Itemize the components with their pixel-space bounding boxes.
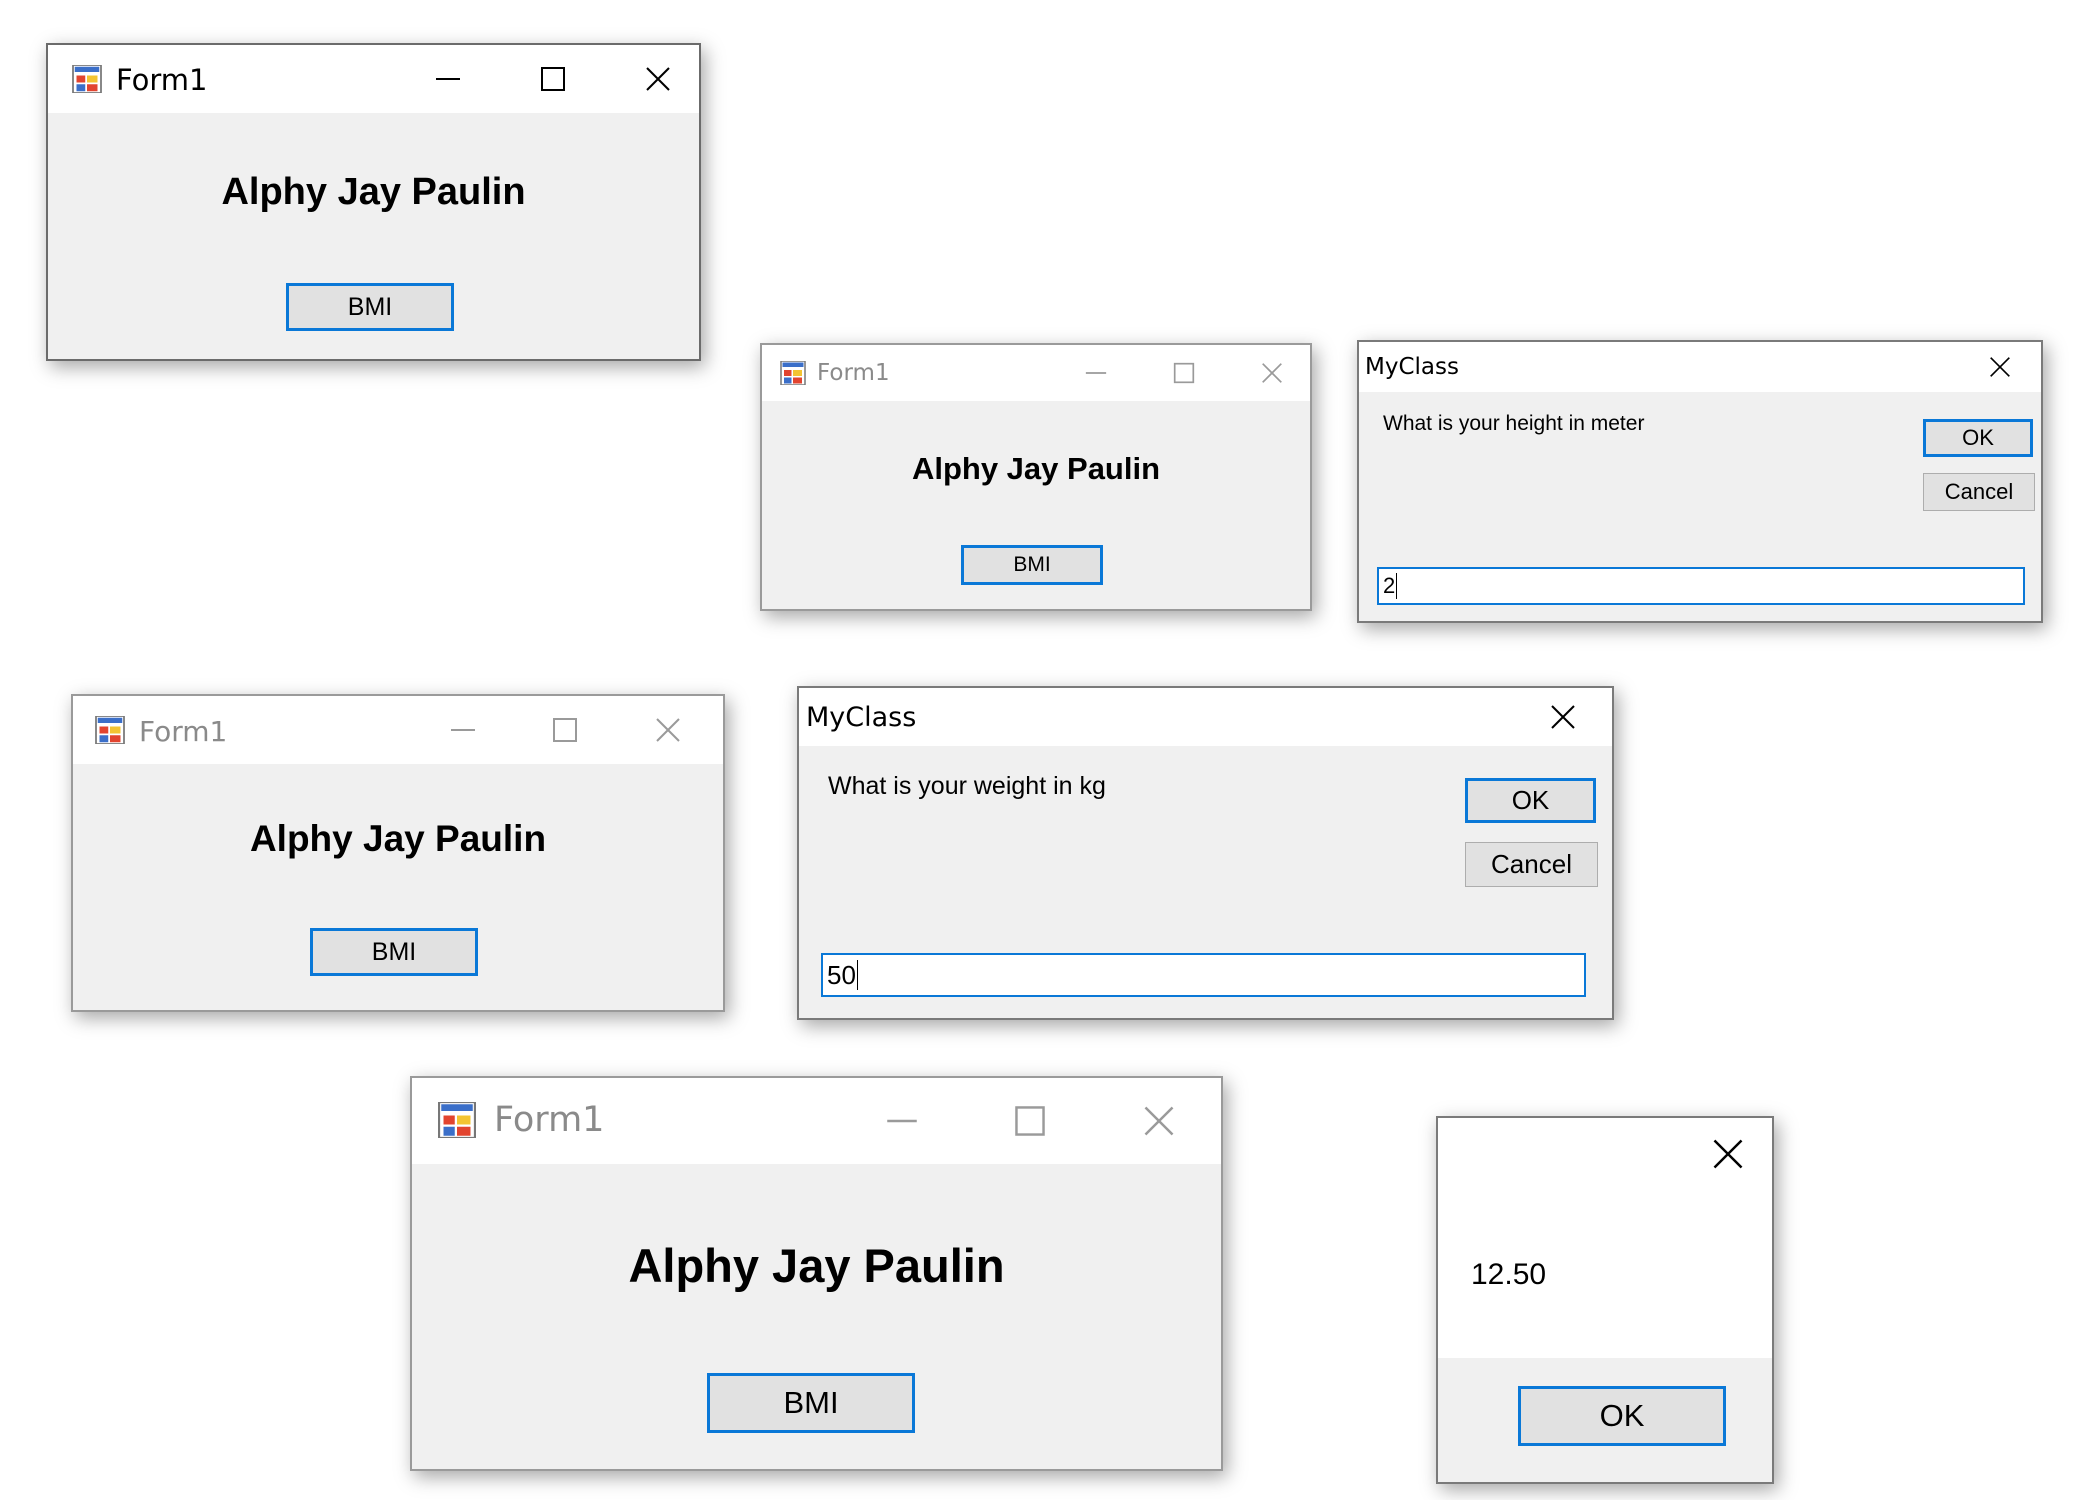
close-button[interactable] — [1688, 1118, 1768, 1190]
result-value: 12.50 — [1471, 1258, 1547, 1291]
name-label: Alphy Jay Paulin — [221, 171, 526, 213]
minimize-button[interactable] — [423, 696, 503, 764]
title-bar[interactable]: Form1 — [73, 696, 723, 764]
close-button[interactable] — [1238, 345, 1306, 401]
close-button[interactable] — [628, 696, 708, 764]
minimize-button[interactable] — [1062, 345, 1130, 401]
ok-button[interactable]: OK — [1518, 1386, 1726, 1446]
maximize-button[interactable] — [525, 696, 605, 764]
result-message-box: 12.50 OK — [1436, 1116, 1774, 1484]
message-area: 12.50 — [1438, 1118, 1772, 1358]
bmi-button[interactable]: BMI — [707, 1373, 915, 1433]
close-icon — [1990, 357, 2010, 377]
input-value: 50 — [827, 959, 856, 990]
form-app-icon — [438, 1102, 476, 1138]
form-app-icon — [780, 361, 806, 385]
name-label: Alphy Jay Paulin — [628, 1239, 1005, 1292]
window-title: Form1 — [139, 715, 228, 748]
maximize-button[interactable] — [513, 45, 593, 113]
title-bar[interactable]: Form1 — [48, 45, 699, 113]
minimize-icon — [887, 1119, 917, 1123]
dialog-title: MyClass — [806, 702, 917, 733]
maximize-icon — [541, 67, 565, 91]
minimize-icon — [436, 78, 460, 80]
minimize-button[interactable] — [408, 45, 488, 113]
form1-window-2: Form1 Alphy Jay Paulin BMI — [760, 343, 1312, 611]
form-app-icon — [72, 65, 102, 93]
close-icon — [1713, 1139, 1743, 1169]
maximize-icon — [1173, 362, 1195, 384]
cancel-button[interactable]: Cancel — [1923, 473, 2035, 511]
height-input-dialog: MyClass What is your height in meter OK … — [1357, 340, 2043, 623]
close-button[interactable] — [1965, 342, 2035, 392]
title-bar[interactable]: MyClass — [799, 688, 1612, 746]
prompt-label: What is your weight in kg — [828, 772, 1106, 800]
form-app-icon — [95, 716, 125, 744]
ok-button[interactable]: OK — [1465, 778, 1596, 823]
close-icon — [646, 67, 670, 91]
maximize-icon — [1015, 1106, 1045, 1136]
close-icon — [1144, 1106, 1174, 1136]
minimize-icon — [451, 729, 475, 731]
text-caret — [1396, 573, 1398, 599]
window-title: Form1 — [116, 63, 208, 97]
bmi-button[interactable]: BMI — [310, 928, 478, 976]
text-caret — [856, 960, 858, 990]
window-title: Form1 — [494, 1100, 605, 1140]
close-button[interactable] — [1109, 1078, 1209, 1164]
weight-input[interactable]: 50 — [821, 953, 1586, 997]
name-label: Alphy Jay Paulin — [911, 451, 1161, 486]
close-button[interactable] — [618, 45, 698, 113]
maximize-button[interactable] — [980, 1078, 1080, 1164]
input-value: 2 — [1383, 573, 1396, 598]
title-bar[interactable]: Form1 — [762, 345, 1310, 401]
close-button[interactable] — [1523, 688, 1603, 746]
form1-window-3: Form1 Alphy Jay Paulin BMI — [71, 694, 725, 1012]
prompt-label: What is your height in meter — [1383, 412, 1645, 435]
title-bar[interactable]: MyClass — [1359, 342, 2041, 392]
form1-window-1: Form1 Alphy Jay Paulin BMI — [46, 43, 701, 361]
minimize-icon — [1085, 372, 1107, 374]
bmi-button[interactable]: BMI — [286, 283, 454, 331]
button-area: OK — [1438, 1358, 1772, 1482]
height-input[interactable]: 2 — [1377, 567, 2025, 605]
maximize-icon — [553, 718, 577, 742]
cancel-button[interactable]: Cancel — [1465, 842, 1598, 887]
close-icon — [656, 718, 680, 742]
close-icon — [1262, 363, 1282, 383]
minimize-button[interactable] — [852, 1078, 952, 1164]
title-bar[interactable]: Form1 — [412, 1078, 1221, 1164]
ok-button[interactable]: OK — [1923, 419, 2033, 457]
close-icon — [1551, 705, 1575, 729]
form1-window-4: Form1 Alphy Jay Paulin BMI — [410, 1076, 1223, 1471]
maximize-button[interactable] — [1150, 345, 1218, 401]
dialog-title: MyClass — [1365, 354, 1459, 380]
weight-input-dialog: MyClass What is your weight in kg OK Can… — [797, 686, 1614, 1020]
window-title: Form1 — [817, 360, 890, 386]
name-label: Alphy Jay Paulin — [249, 818, 547, 859]
bmi-button[interactable]: BMI — [961, 545, 1103, 585]
